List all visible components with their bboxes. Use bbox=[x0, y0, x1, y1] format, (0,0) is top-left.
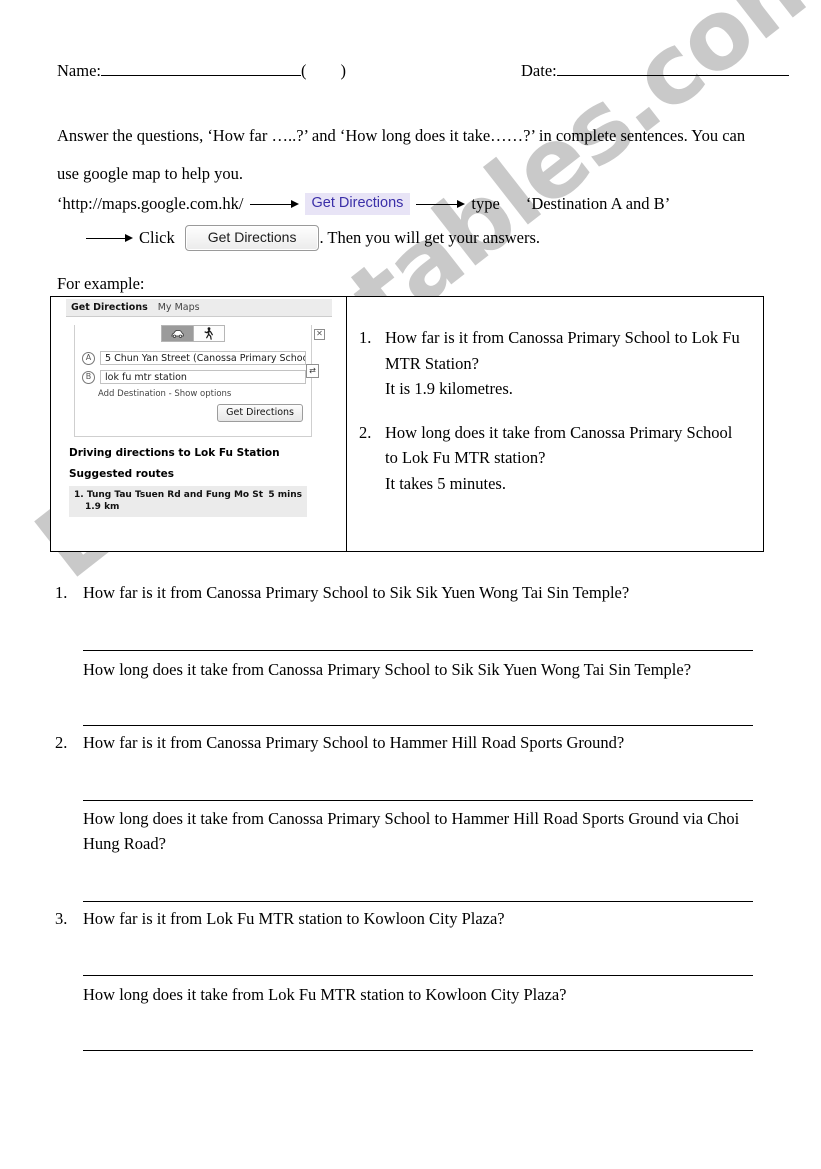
maps-directions-panel: ✕ A 5 Chun Yan Street (Canossa Primary S… bbox=[74, 325, 325, 437]
question-2-number: 2. bbox=[55, 733, 68, 752]
instruction-paragraph: Answer the questions, ‘How far …..?’ and… bbox=[57, 126, 746, 183]
route-distance: 1.9 km bbox=[85, 502, 120, 512]
example-qa-list: 1. How far is it from Canossa Primary Sc… bbox=[359, 325, 744, 514]
answer-line-1a[interactable] bbox=[83, 650, 753, 651]
example-item-number: 2. bbox=[359, 422, 372, 442]
example-answer: It is 1.9 kilometres. bbox=[385, 379, 513, 398]
mode-walk-button[interactable] bbox=[193, 326, 225, 341]
tab-get-directions[interactable]: Get Directions bbox=[71, 302, 148, 313]
answer-line-2a[interactable] bbox=[83, 800, 753, 801]
add-destination-link[interactable]: Add Destination - Show options bbox=[98, 389, 306, 399]
question-3-howlong-text: How long does it take from Lok Fu MTR st… bbox=[83, 985, 567, 1004]
origin-input[interactable]: 5 Chun Yan Street (Canossa Primary Schoo… bbox=[100, 351, 306, 365]
example-item-body: How far is it from Canossa Primary Schoo… bbox=[385, 325, 744, 402]
answer-line-1b[interactable] bbox=[83, 725, 753, 726]
swap-icon[interactable]: ⇄ bbox=[306, 364, 319, 378]
example-question: How long does it take from Canossa Prima… bbox=[385, 422, 733, 468]
maps-tab-bar: Get Directions My Maps bbox=[66, 299, 332, 317]
example-box-right-pane: 1. How far is it from Canossa Primary Sc… bbox=[347, 297, 763, 551]
route-summary: 1. Tung Tau Tsuen Rd and Fung Mo St 5 mi… bbox=[74, 490, 302, 500]
car-icon bbox=[171, 329, 184, 338]
arrow-right-icon-1 bbox=[249, 200, 299, 208]
for-example-label: For example: bbox=[57, 274, 145, 293]
origin-row: A 5 Chun Yan Street (Canossa Primary Sch… bbox=[82, 351, 306, 365]
question-2-howlong-text: How long does it take from Canossa Prima… bbox=[83, 809, 740, 853]
name-write-line[interactable] bbox=[100, 60, 301, 76]
example-box-left-pane: Get Directions My Maps ✕ A 5 Chun Yan St… bbox=[51, 297, 347, 551]
question-3-number: 3. bbox=[55, 909, 68, 928]
paren-close: ) bbox=[340, 61, 346, 80]
type-label: type bbox=[471, 194, 500, 213]
get-directions-link[interactable]: Get Directions bbox=[304, 193, 411, 215]
get-directions-button-illustration[interactable]: Get Directions bbox=[184, 224, 320, 252]
question-3-howlong-row: How long does it take from Lok Fu MTR st… bbox=[55, 982, 765, 1007]
destination-input[interactable]: lok fu mtr station bbox=[100, 370, 306, 384]
name-label: Name: bbox=[57, 61, 101, 80]
date-group: Date: bbox=[521, 60, 789, 81]
question-1-howlong-row: How long does it take from Canossa Prima… bbox=[55, 657, 765, 682]
walking-icon bbox=[204, 327, 214, 340]
suggested-routes-title: Suggested routes bbox=[69, 468, 175, 480]
question-block-1: 1. How far is it from Canossa Primary Sc… bbox=[55, 582, 765, 604]
question-2-howlong-row: How long does it take from Canossa Prima… bbox=[55, 806, 765, 856]
example-item-body: How long does it take from Canossa Prima… bbox=[385, 420, 744, 497]
marker-a-icon: A bbox=[82, 351, 95, 365]
answer-line-3a[interactable] bbox=[83, 975, 753, 976]
marker-b-icon: B bbox=[82, 370, 95, 384]
question-block-2: 2. How far is it from Canossa Primary Sc… bbox=[55, 732, 765, 754]
question-1-number: 1. bbox=[55, 583, 68, 602]
example-answer: It takes 5 minutes. bbox=[385, 473, 506, 493]
destination-row: B lok fu mtr station bbox=[82, 370, 306, 384]
example-item-number: 1. bbox=[359, 328, 372, 347]
click-label: Click bbox=[139, 228, 175, 247]
date-label: Date: bbox=[521, 61, 557, 80]
tab-my-maps[interactable]: My Maps bbox=[158, 302, 200, 313]
worksheet-page: Name: () Date: Answer the questions, ‘How… bbox=[0, 0, 821, 1169]
name-date-row: Name: () Date: bbox=[57, 60, 789, 81]
destination-text: ‘Destination A and B’ bbox=[525, 194, 671, 213]
question-2-howfar-text: How far is it from Canossa Primary Schoo… bbox=[83, 733, 625, 752]
maps-inputs-group: A 5 Chun Yan Street (Canossa Primary Sch… bbox=[82, 351, 319, 399]
route-duration: 5 mins bbox=[268, 490, 302, 500]
travel-mode-toggle bbox=[161, 325, 225, 342]
mode-car-button[interactable] bbox=[162, 326, 193, 341]
question-block-3: 3. How far is it from Lok Fu MTR station… bbox=[55, 908, 765, 930]
maps-actions-row: Get Directions bbox=[75, 404, 303, 422]
question-1-howfar-text: How far is it from Canossa Primary Schoo… bbox=[83, 583, 630, 602]
question-1-howlong-text: How long does it take from Canossa Prima… bbox=[83, 660, 692, 679]
question-3-howfar-text: How far is it from Lok Fu MTR station to… bbox=[83, 909, 505, 928]
example-item: 1. How far is it from Canossa Primary Sc… bbox=[359, 325, 744, 402]
question-1-howfar-row: 1. How far is it from Canossa Primary Sc… bbox=[55, 582, 765, 604]
answer-line-3b[interactable] bbox=[83, 1050, 753, 1051]
paren-open: ( bbox=[300, 61, 307, 80]
arrow-right-icon-3 bbox=[86, 234, 133, 242]
date-write-line[interactable] bbox=[556, 60, 789, 76]
example-box: Get Directions My Maps ✕ A 5 Chun Yan St… bbox=[50, 296, 764, 552]
driving-directions-title: Driving directions to Lok Fu Station bbox=[69, 447, 280, 459]
maps-get-directions-button[interactable]: Get Directions bbox=[217, 404, 303, 422]
route-name: 1. Tung Tau Tsuen Rd and Fung Mo St bbox=[74, 490, 264, 500]
answer-line-2b[interactable] bbox=[83, 901, 753, 902]
arrow-right-icon-2 bbox=[416, 200, 466, 208]
question-2-howfar-row: 2. How far is it from Canossa Primary Sc… bbox=[55, 732, 765, 754]
then-text: . Then you will get your answers. bbox=[319, 228, 541, 247]
example-question: How far is it from Canossa Primary Schoo… bbox=[385, 328, 740, 373]
google-maps-screenshot: Get Directions My Maps ✕ A 5 Chun Yan St… bbox=[66, 299, 332, 547]
steps-line-1: ‘http://maps.google.com.hk/ Get Directio… bbox=[57, 192, 670, 216]
question-3-howfar-row: 3. How far is it from Lok Fu MTR station… bbox=[55, 908, 765, 930]
close-icon[interactable]: ✕ bbox=[314, 329, 325, 340]
example-item: 2. How long does it take from Canossa Pr… bbox=[359, 420, 744, 497]
route-result-row[interactable]: 1. Tung Tau Tsuen Rd and Fung Mo St 5 mi… bbox=[69, 486, 307, 517]
maps-url-text: ‘http://maps.google.com.hk/ bbox=[57, 194, 244, 213]
steps-line-2: Click Get Directions . Then you will get… bbox=[80, 224, 541, 252]
